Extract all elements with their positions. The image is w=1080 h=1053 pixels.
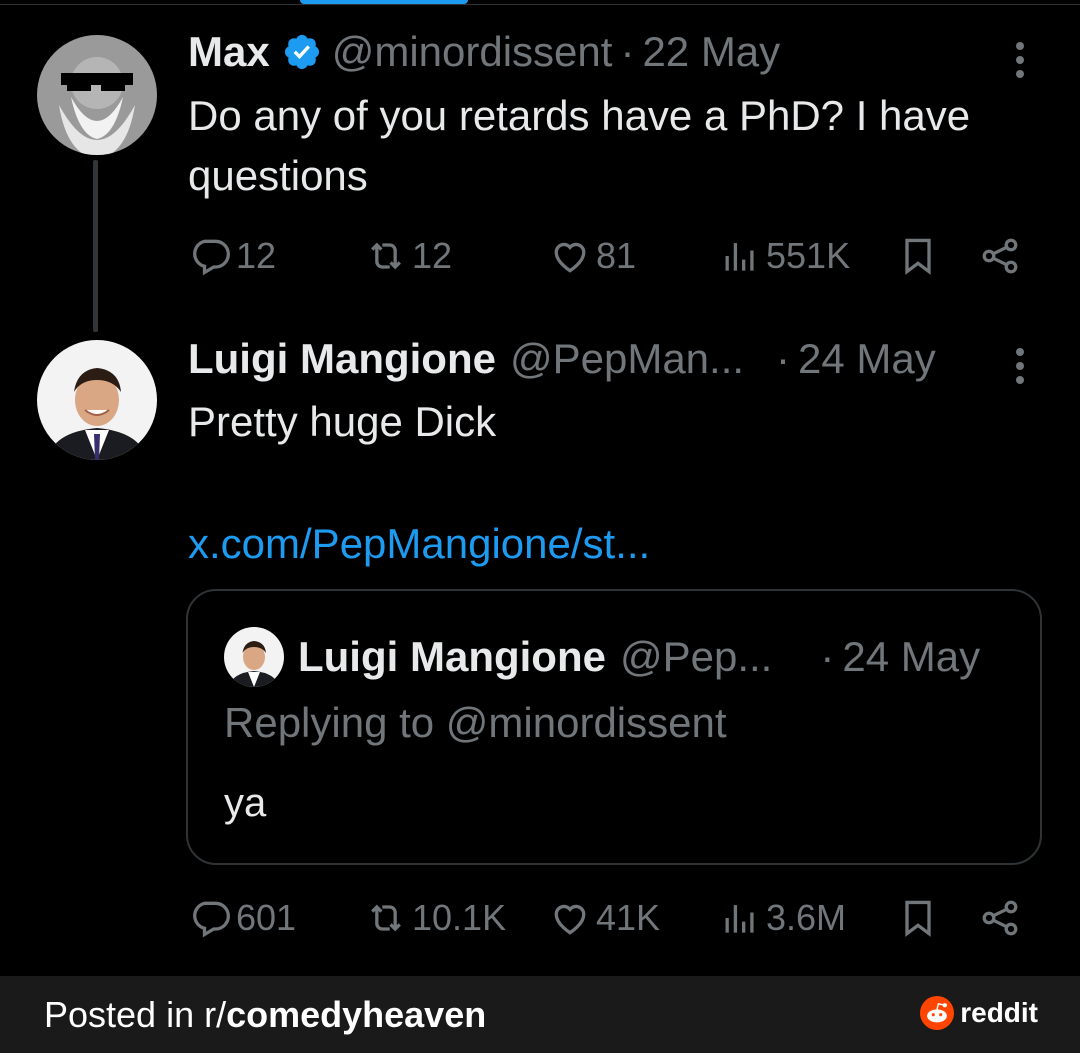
reply-icon: [193, 901, 230, 938]
views-icon: [725, 243, 754, 271]
reply-count: 12: [236, 235, 277, 276]
like-icon: [554, 242, 586, 273]
like-button[interactable]: 41K: [548, 896, 660, 940]
tweet1-actions: 12 12 81 551K: [188, 234, 1028, 284]
thread-line: [93, 160, 98, 332]
quoted-avatar: [224, 627, 284, 687]
bookmark-icon: [905, 238, 931, 275]
reddit-wordmark: reddit: [960, 997, 1038, 1028]
reddit-footer: Posted in r/comedyheaven reddit: [0, 976, 1080, 1053]
bookmark-button[interactable]: [896, 234, 944, 278]
reply-icon: [193, 239, 230, 276]
avatar-luigi[interactable]: [37, 340, 157, 460]
separator: ·: [776, 335, 791, 382]
repost-icon: [371, 904, 401, 932]
tweet2-actions: 601 10.1K 41K 3.6M: [188, 896, 1028, 946]
reddit-logo: reddit: [920, 996, 1038, 1030]
views-icon: [725, 905, 754, 933]
repost-button[interactable]: 12: [364, 234, 452, 278]
reply-count: 601: [236, 897, 297, 938]
tweet1-header: Max @minordissent · 22 May: [188, 28, 780, 76]
avatar-max[interactable]: [37, 35, 157, 155]
reply-button[interactable]: 12: [188, 234, 276, 278]
share-button[interactable]: [978, 234, 1026, 278]
replying-to: Replying to @minordissent: [224, 699, 727, 747]
separator: ·: [620, 28, 635, 75]
repost-icon: [371, 242, 401, 270]
post-date[interactable]: 24 May: [798, 335, 936, 383]
quoted-date: 24 May: [842, 633, 981, 680]
share-icon: [982, 900, 1018, 936]
replying-to-label: Replying to: [224, 699, 435, 746]
more-options-icon[interactable]: [1013, 348, 1027, 384]
author-name[interactable]: Luigi Mangione: [188, 335, 496, 383]
like-icon: [554, 904, 586, 935]
verified-badge-icon: [284, 34, 319, 70]
replying-to-handle[interactable]: @minordissent: [446, 699, 727, 746]
separator: ·: [820, 633, 835, 680]
bookmark-icon: [905, 900, 931, 937]
views-button[interactable]: 3.6M: [718, 896, 846, 940]
tweet2-header: Luigi Mangione @PepMan... · 24 May: [188, 335, 936, 383]
tweet2-text: Pretty huge Dick: [188, 398, 497, 445]
quoted-tweet[interactable]: Luigi Mangione @Pep... · 24 May Replying…: [186, 589, 1042, 865]
like-count: 81: [596, 235, 637, 276]
author-handle[interactable]: @minordissent: [332, 28, 613, 76]
quoted-author-handle: @Pep...: [619, 633, 773, 680]
reply-button[interactable]: 601: [188, 896, 296, 940]
author-name[interactable]: Max: [188, 28, 270, 76]
like-button[interactable]: 81: [548, 234, 636, 278]
views-button[interactable]: 551K: [718, 234, 850, 278]
bookmark-button[interactable]: [896, 896, 944, 940]
reddit-snoo-icon: [920, 996, 955, 1030]
post-date[interactable]: 22 May: [642, 28, 780, 76]
share-button[interactable]: [978, 896, 1026, 940]
like-count: 41K: [596, 897, 661, 938]
tweet1-text: Do any of you retards have a PhD? I have…: [188, 92, 971, 199]
tweet-link[interactable]: x.com/PepMangione/st...: [188, 520, 650, 568]
author-handle[interactable]: @PepMan...: [510, 335, 744, 383]
top-divider: [0, 4, 1080, 5]
repost-count: 12: [412, 235, 453, 276]
repost-button[interactable]: 10.1K: [364, 896, 506, 940]
posted-prefix: Posted in r/: [44, 994, 227, 1035]
more-options-icon[interactable]: [1013, 42, 1027, 78]
posted-in[interactable]: Posted in r/comedyheaven: [44, 994, 486, 1036]
quoted-header: Luigi Mangione @Pep... · 24 May: [224, 627, 980, 687]
share-icon: [982, 238, 1018, 274]
views-count: 551K: [766, 235, 851, 276]
subreddit-name: comedyheaven: [226, 994, 487, 1035]
quoted-text: ya: [224, 781, 267, 825]
repost-count: 10.1K: [412, 897, 507, 938]
quoted-author-name: Luigi Mangione: [298, 633, 606, 680]
views-count: 3.6M: [766, 897, 847, 938]
